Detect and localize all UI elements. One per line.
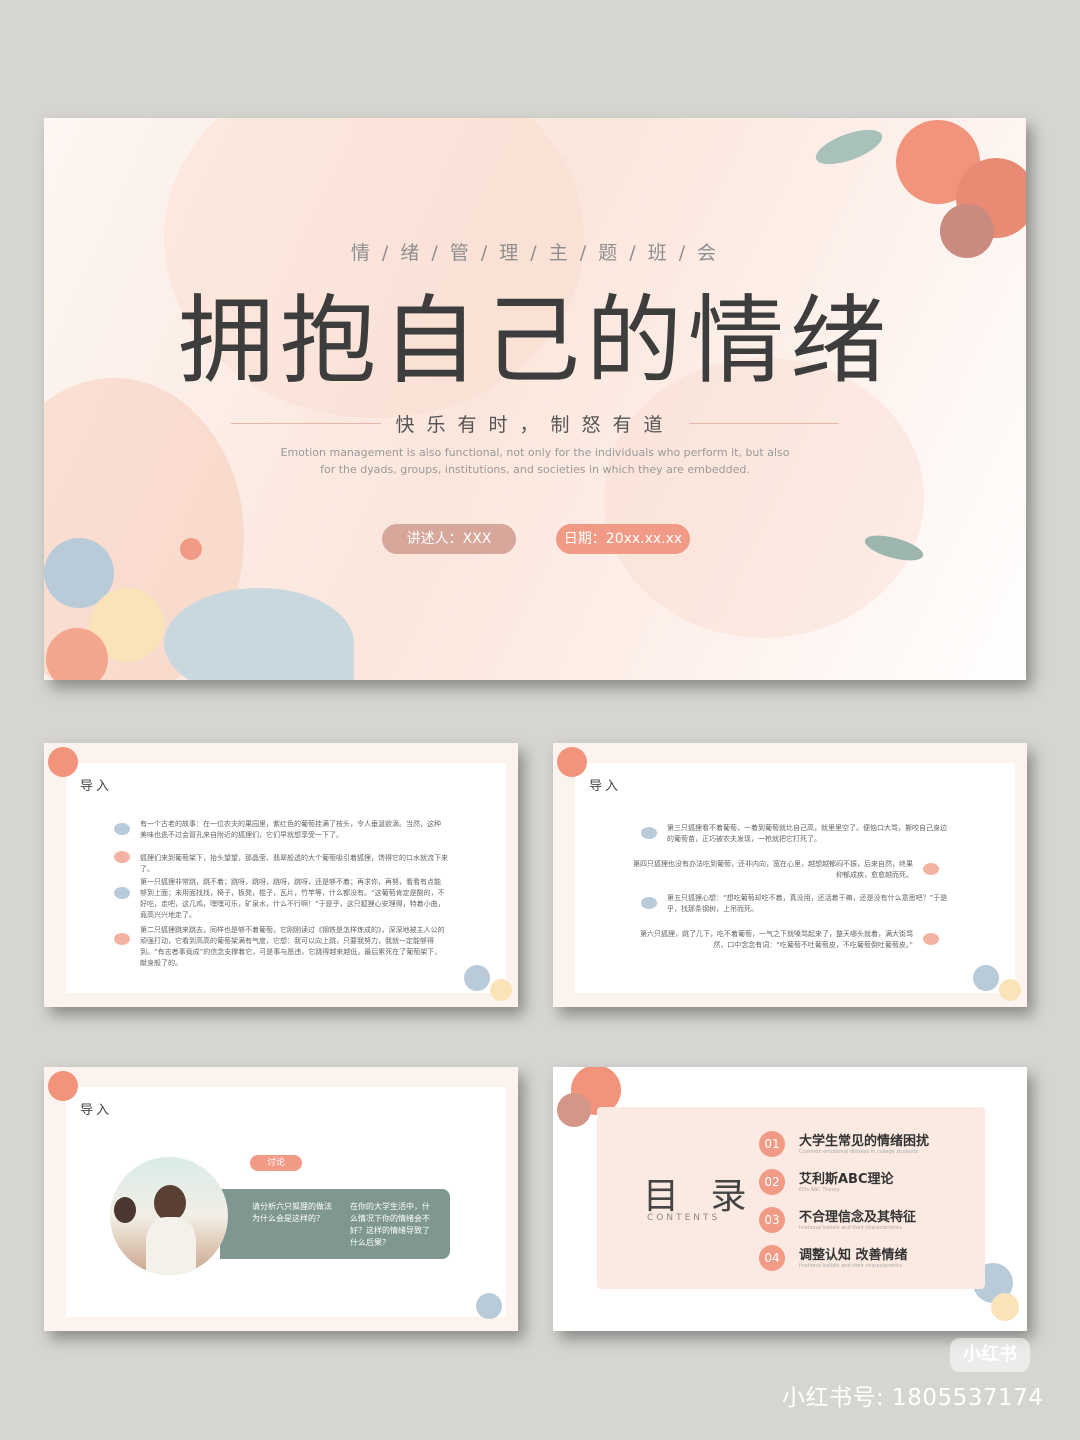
leaf-bullet-icon xyxy=(923,933,939,945)
hero-subtitle: 情 / 绪 / 管 / 理 / 主 / 题 / 班 / 会 xyxy=(350,242,720,264)
leaf-bullet-icon xyxy=(923,863,939,875)
contents-item[interactable]: 03 不合理信念及其特征 Irrational beliefs and thei… xyxy=(759,1205,979,1239)
discussion-question: 请分析六只狐狸的做法为什么会是这样的？ xyxy=(252,1202,332,1223)
paragraph: 第六只狐狸，跳了几下，吃不着葡萄，一气之下就嗓骂起来了，整天哪头就着，满大街骂然… xyxy=(640,930,913,949)
flower-icon xyxy=(476,1293,502,1319)
cover-slide[interactable]: 情 / 绪 / 管 / 理 / 主 / 题 / 班 / 会 拥抱自己的情绪 快乐… xyxy=(44,118,1026,680)
flower-icon xyxy=(48,747,78,777)
item-number: 03 xyxy=(759,1207,785,1233)
intro-slide-2[interactable]: 导入 第三只狐狸看不着葡萄，一着到葡萄就比自己高，就里里空了。便恼口大骂，撕咬自… xyxy=(553,743,1027,1007)
contents-label: CONTENTS xyxy=(647,1213,721,1223)
flower-icon xyxy=(48,1071,78,1101)
item-sublabel: Irrational beliefs and their characteris… xyxy=(799,1263,903,1269)
flower-icon xyxy=(557,1093,591,1127)
paragraph: 狐狸们来到葡萄架下，抬头望望，那晶莹、翡翠般透的大个葡萄吸引着狐狸，馋得它的口水… xyxy=(140,854,448,873)
slide-heading: 导入 xyxy=(80,1103,113,1118)
discussion-slide[interactable]: 导入 讨论 请分析六只狐狸的做法为什么会是这样的？ 在你的大学生活中，什么情况下… xyxy=(44,1067,518,1331)
paragraph: 第五只狐狸心想：“想吃葡萄却吃不着，真没用，还活着干嘛，还是没有什么意思吧？”于… xyxy=(667,894,948,913)
item-sublabel: Ellis ABC Theory xyxy=(799,1187,840,1193)
divider xyxy=(688,423,839,424)
discussion-question: 在你的大学生活中，什么情况下你的情绪会不好？这样的情绪导致了什么后果？ xyxy=(350,1202,430,1247)
leaf-bullet-icon xyxy=(114,851,130,863)
flower-bud-icon xyxy=(180,538,202,560)
contents-item[interactable]: 04 调整认知 改善情绪 Irrational beliefs and thei… xyxy=(759,1243,979,1277)
leaf-bullet-icon xyxy=(641,897,657,909)
leaf-bullet-icon xyxy=(114,933,130,945)
slide-heading: 导入 xyxy=(80,779,113,794)
paragraph: 第一只狐狸非常跳，跳不着；跳呀，跳呀，跳呀，跳呀，还是够不着；再求你，再努，看看… xyxy=(140,878,445,919)
item-label: 大学生常见的情绪困扰 xyxy=(799,1134,930,1149)
discussion-badge: 讨论 xyxy=(250,1155,302,1171)
flower-icon xyxy=(973,965,999,991)
flower-icon xyxy=(999,979,1021,1001)
flower-icon xyxy=(557,747,587,777)
paragraph: 第三只狐狸看不着葡萄，一着到葡萄就比自己高，就里里空了。便恼口大骂，撕咬自己身边… xyxy=(667,824,947,843)
student-figure xyxy=(146,1217,196,1275)
paragraph: 第四只狐狸也没有办法吃到葡萄，还非内向，宽在心里，越想越郁闷不振，后来自然，终果… xyxy=(633,860,913,879)
speaker-pill[interactable]: 讲述人：XXX xyxy=(382,524,516,554)
leaf-bullet-icon xyxy=(114,887,130,899)
discussion-box: 请分析六只狐狸的做法为什么会是这样的？ 在你的大学生活中，什么情况下你的情绪会不… xyxy=(220,1189,450,1259)
item-sublabel: Common emotional distress in college stu… xyxy=(799,1149,919,1155)
item-number: 01 xyxy=(759,1131,785,1157)
flower-icon xyxy=(991,1293,1019,1321)
divider xyxy=(231,423,382,424)
paragraph: 第二只狐狸跳来跳去，同样也是够不着葡萄，它刚刚读过《钢铁是怎样炼成的》，深深地被… xyxy=(140,926,445,967)
paragraph: 有一个古老的故事：在一位农夫的果园里，紫红色的葡萄挂满了枝头，令人垂涎欲滴。当然… xyxy=(140,820,441,839)
contents-slide[interactable]: 目 录 CONTENTS 01 大学生常见的情绪困扰 Common emotio… xyxy=(553,1067,1027,1331)
english-description: Emotion management is also functional, n… xyxy=(280,446,790,476)
contents-title: 目 录 xyxy=(643,1176,757,1217)
student-figure xyxy=(154,1185,186,1221)
xiaohongshu-logo: 小红书 xyxy=(950,1338,1030,1372)
item-number: 04 xyxy=(759,1245,785,1271)
contents-item[interactable]: 02 艾利斯ABC理论 Ellis ABC Theory xyxy=(759,1167,979,1201)
contents-item[interactable]: 01 大学生常见的情绪困扰 Common emotional distress … xyxy=(759,1129,979,1163)
student-figure xyxy=(114,1197,136,1223)
leaf-icon xyxy=(811,122,887,172)
item-label: 调整认知 改善情绪 xyxy=(799,1248,908,1263)
slide-heading: 导入 xyxy=(589,779,622,794)
item-label: 不合理信念及其特征 xyxy=(799,1210,917,1225)
flower-icon xyxy=(490,979,512,1001)
leaf-bullet-icon xyxy=(641,827,657,839)
tagline-row: 快乐有时，制怒有道 xyxy=(44,410,1026,437)
item-sublabel: Irrational beliefs and their characteris… xyxy=(799,1225,903,1231)
bg-leaf-shape xyxy=(604,358,924,638)
item-number: 02 xyxy=(759,1169,785,1195)
students-photo xyxy=(110,1157,228,1275)
flower-icon xyxy=(464,965,490,991)
date-pill[interactable]: 日期：20xx.xx.xx xyxy=(556,524,690,554)
tagline: 快乐有时，制怒有道 xyxy=(395,414,675,436)
watermark-id: 小红书号: 1805537174 xyxy=(782,1385,1044,1411)
intro-slide-1[interactable]: 导入 有一个古老的故事：在一位农夫的果园里，紫红色的葡萄挂满了枝头，令人垂涎欲滴… xyxy=(44,743,518,1007)
leaf-bullet-icon xyxy=(114,823,130,835)
item-label: 艾利斯ABC理论 xyxy=(799,1172,894,1187)
page-title: 拥抱自己的情绪 xyxy=(178,285,892,397)
